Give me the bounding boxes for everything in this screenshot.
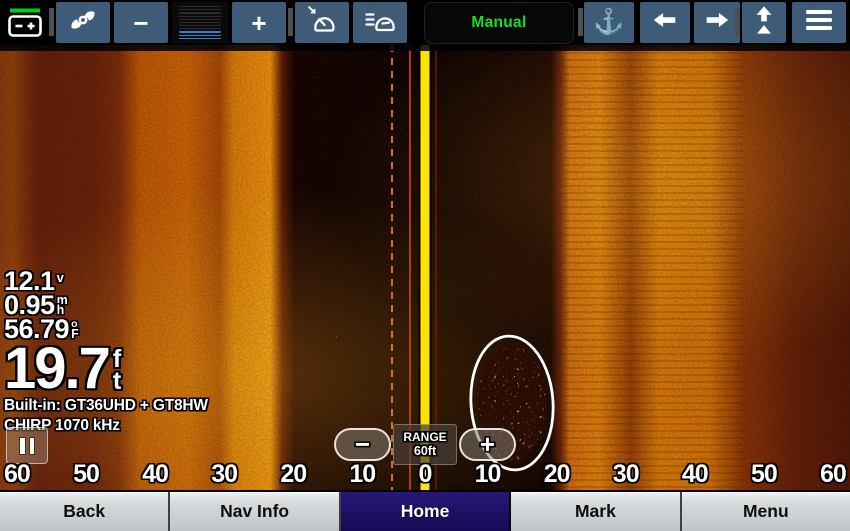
range-display: RANGE 60ft	[393, 424, 457, 465]
battery-status-icon	[7, 7, 45, 43]
speed-unit: m h	[56, 293, 68, 317]
nav-mark-button[interactable]: Mark	[511, 492, 682, 531]
gauge-speed-icon	[364, 4, 396, 41]
scale-label: 30	[612, 460, 640, 488]
gauge-arrow-icon	[306, 4, 338, 41]
sonar-swoosh-icon	[67, 4, 99, 41]
gain-level-active-bar	[179, 31, 221, 33]
sonar-view[interactable]: 12.1 v 0.95 m h 56.79 o F 19.7 f t Built…	[0, 45, 850, 490]
range-minus-button[interactable]: −	[334, 428, 391, 461]
toolbar-separator	[49, 8, 54, 36]
gain-minus-button[interactable]: −	[114, 2, 168, 43]
transducer-label: Built-in: GT36UHD + GT8HW	[4, 397, 208, 414]
gain-level-active-bar	[179, 34, 221, 36]
range-control: − RANGE 60ft +	[334, 424, 516, 465]
range-value: 60ft	[413, 444, 437, 458]
scale-label: 50	[73, 460, 100, 488]
battery-charge-bar	[10, 8, 40, 13]
nav-menu-button[interactable]: Menu	[681, 492, 850, 531]
depth-unit: f t	[112, 345, 122, 395]
gain-level-active-bar	[179, 37, 221, 39]
anchor-button[interactable]: ⚓	[584, 2, 634, 43]
scale-label: 60	[4, 460, 31, 488]
scale-label: 40	[681, 460, 709, 488]
scale-label: 20	[543, 460, 571, 488]
top-toolbar: − + Manual ⚓	[0, 0, 850, 45]
data-overlay: 12.1 v 0.95 m h 56.79 o F 19.7 f t Built…	[4, 268, 208, 434]
scale-label: 40	[142, 460, 169, 488]
distance-scale: 60 50 40 30 20 10 0 10 20 30 40 50 60	[0, 460, 850, 489]
depth-readout: 19.7 f t	[4, 336, 122, 401]
scale-label: 50	[750, 460, 778, 488]
plus-icon: +	[251, 7, 267, 38]
double-up-arrow-icon	[749, 3, 779, 42]
scale-label: 20	[280, 460, 307, 488]
mode-status-label: Manual	[471, 14, 527, 31]
nav-home-button[interactable]: Home	[340, 492, 512, 531]
minus-icon: −	[133, 7, 149, 38]
range-label: RANGE	[403, 430, 447, 444]
anchor-icon: ⚓	[593, 8, 625, 36]
garmin-sidevu-sonar-screen: − + Manual ⚓ 12.1 v 0.95 m h 56.79 o F 1…	[0, 0, 850, 531]
arrow-right-icon	[702, 5, 732, 40]
hamburger-icon	[805, 9, 833, 36]
range-plus-button[interactable]: +	[459, 428, 516, 461]
scale-label: 10	[349, 460, 376, 488]
gain-level-meter	[172, 2, 228, 43]
toolbar-separator	[288, 8, 293, 36]
pan-right-button[interactable]	[694, 2, 740, 43]
voltage-unit: v	[56, 270, 64, 285]
pan-left-button[interactable]	[640, 2, 690, 43]
scale-label: 0	[418, 460, 432, 488]
toolbar-separator	[578, 8, 583, 36]
pause-button[interactable]	[6, 427, 48, 464]
pause-icon	[29, 437, 34, 454]
zoom-gauge-button[interactable]	[295, 2, 349, 43]
sonar-gain-button[interactable]	[56, 2, 110, 43]
scroll-speed-button[interactable]	[353, 2, 407, 43]
scale-label: 30	[211, 460, 238, 488]
arrow-left-icon	[650, 5, 680, 40]
bottom-nav-bar: Back Nav Info Home Mark Menu	[0, 490, 850, 531]
gain-plus-button[interactable]: +	[232, 2, 286, 43]
scale-label: 10	[474, 460, 502, 488]
scale-label: 60	[820, 460, 847, 488]
nav-back-button[interactable]: Back	[0, 492, 171, 531]
mode-status[interactable]: Manual	[424, 2, 574, 44]
nav-navinfo-button[interactable]: Nav Info	[170, 492, 341, 531]
depth-range-up-button[interactable]	[742, 2, 786, 43]
menu-button-top[interactable]	[792, 2, 846, 43]
pause-icon	[20, 437, 25, 454]
toolbar-separator	[735, 8, 740, 36]
